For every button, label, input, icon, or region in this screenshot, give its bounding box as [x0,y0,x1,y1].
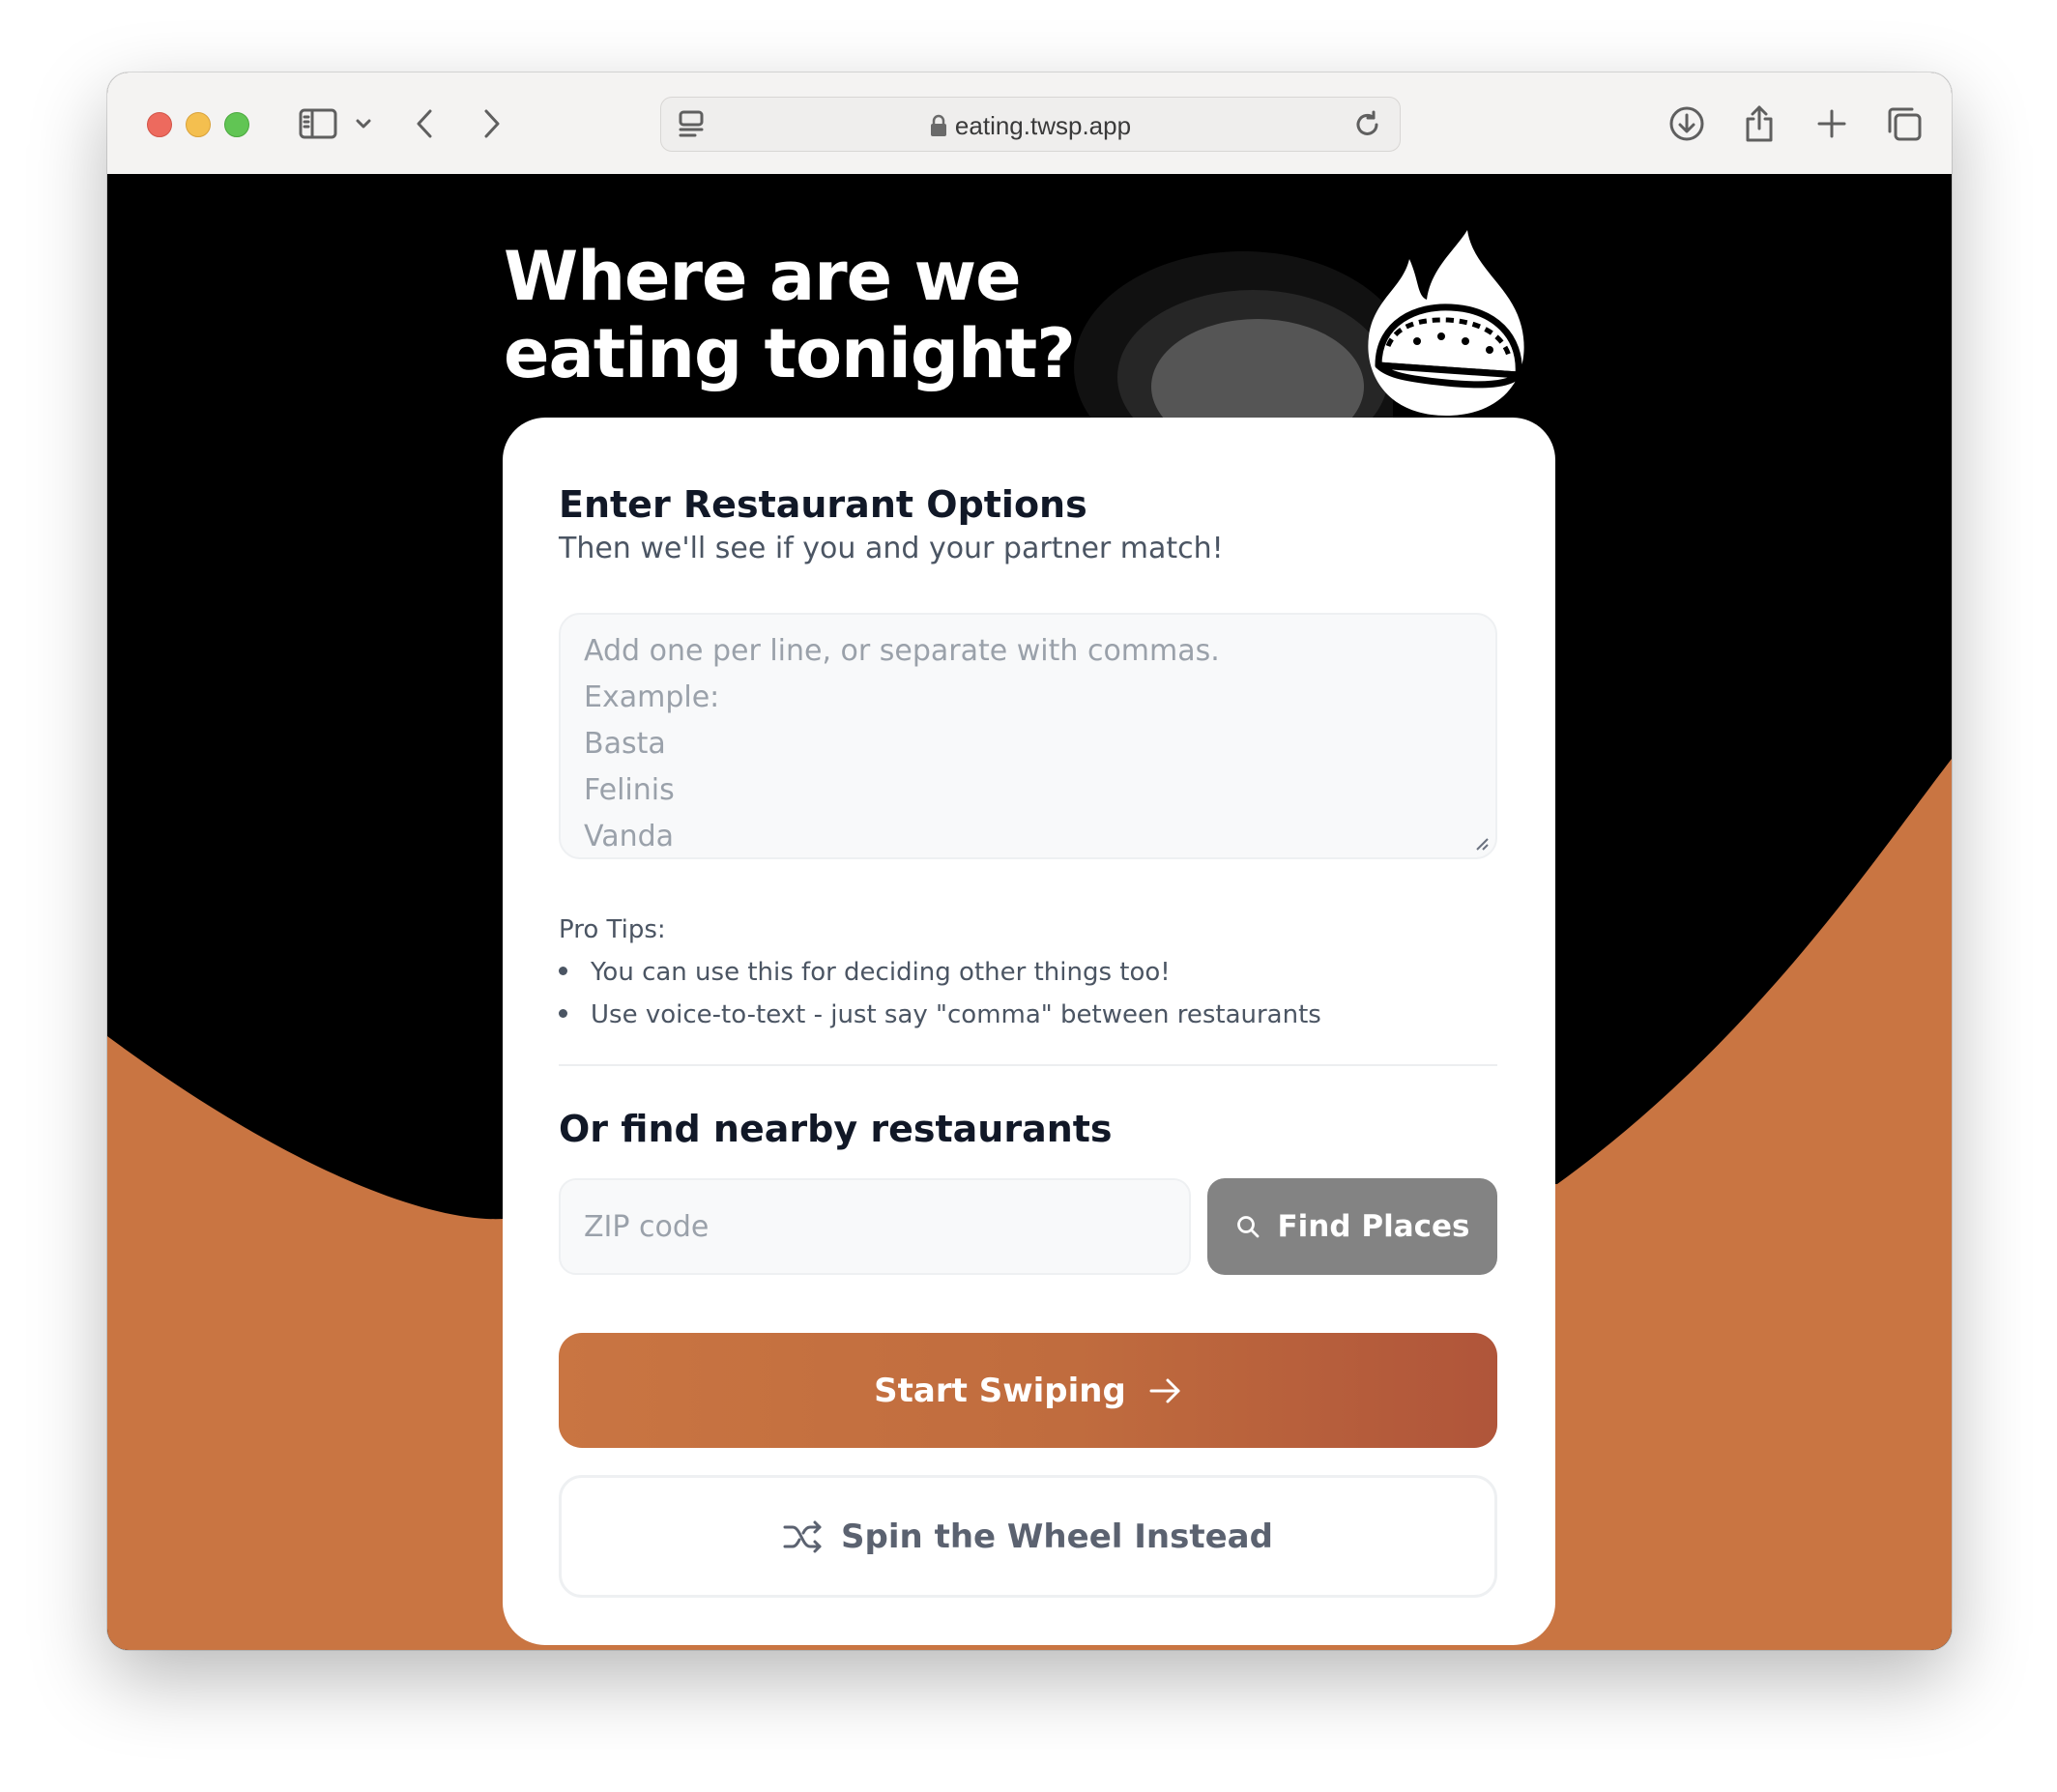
start-swiping-label: Start Swiping [874,1371,1126,1410]
bullet-icon [559,966,567,975]
maximize-window-button[interactable] [224,112,249,137]
zip-code-placeholder: ZIP code [584,1210,710,1244]
url-display: eating.twsp.app [661,111,1400,141]
resize-handle-icon[interactable] [1474,836,1490,852]
back-icon[interactable] [402,101,447,146]
shuffle-icon [783,1520,822,1552]
share-icon[interactable] [1737,101,1782,146]
pro-tips-label: Pro Tips: [559,915,666,944]
url-text: eating.twsp.app [954,111,1132,140]
spin-wheel-label: Spin the Wheel Instead [841,1517,1273,1556]
textarea-placeholder-line: Basta [584,727,666,761]
pro-tip-text: Use voice-to-text - just say "comma" bet… [591,1000,1321,1029]
pro-tip-item: Use voice-to-text - just say "comma" bet… [559,1000,1321,1029]
start-swiping-button[interactable]: Start Swiping [559,1333,1497,1448]
search-icon [1236,1216,1259,1238]
options-card: Enter Restaurant Options Then we'll see … [503,418,1555,1645]
browser-toolbar: eating.twsp.app [107,72,1952,175]
browser-window: eating.twsp.app Where are we eating toni… [107,72,1952,1650]
lock-icon [930,114,946,136]
hero-title: Where are we eating tonight? [504,238,1180,392]
chevron-down-icon[interactable] [349,101,378,146]
textarea-placeholder-line: Example: [584,680,720,714]
close-window-button[interactable] [147,112,172,137]
nearby-heading: Or find nearby restaurants [559,1108,1113,1150]
restaurant-options-textarea[interactable]: Add one per line, or separate with comma… [559,613,1497,859]
download-icon[interactable] [1665,101,1709,146]
find-places-button[interactable]: Find Places [1207,1178,1497,1275]
arrow-right-icon [1149,1378,1180,1402]
tabs-overview-icon[interactable] [1882,101,1927,146]
address-bar[interactable]: eating.twsp.app [660,97,1401,152]
zip-code-input[interactable]: ZIP code [559,1178,1191,1275]
spin-wheel-button[interactable]: Spin the Wheel Instead [559,1475,1497,1598]
page-content: Where are we eating tonight? Enter Resta… [107,174,1952,1650]
options-subheading: Then we'll see if you and your partner m… [559,532,1224,565]
textarea-placeholder-line: Felinis [584,773,675,807]
textarea-placeholder-line: Vanda [584,820,675,853]
taco-flame-logo-icon [1368,230,1524,416]
minimize-window-button[interactable] [186,112,211,137]
pro-tip-item: You can use this for deciding other thin… [559,958,1171,987]
sidebar-icon[interactable] [296,101,340,146]
pro-tip-text: You can use this for deciding other thin… [591,958,1171,987]
reload-icon[interactable] [1346,101,1390,146]
find-places-label: Find Places [1277,1209,1470,1244]
options-heading: Enter Restaurant Options [559,483,1087,526]
hero-title-line1: Where are we [504,237,1022,316]
hero-title-line2: eating tonight? [504,314,1076,393]
textarea-placeholder-line: Add one per line, or separate with comma… [584,634,1220,668]
forward-icon[interactable] [470,101,514,146]
bullet-icon [559,1008,567,1018]
section-divider [559,1064,1497,1066]
new-tab-icon[interactable] [1810,101,1854,146]
